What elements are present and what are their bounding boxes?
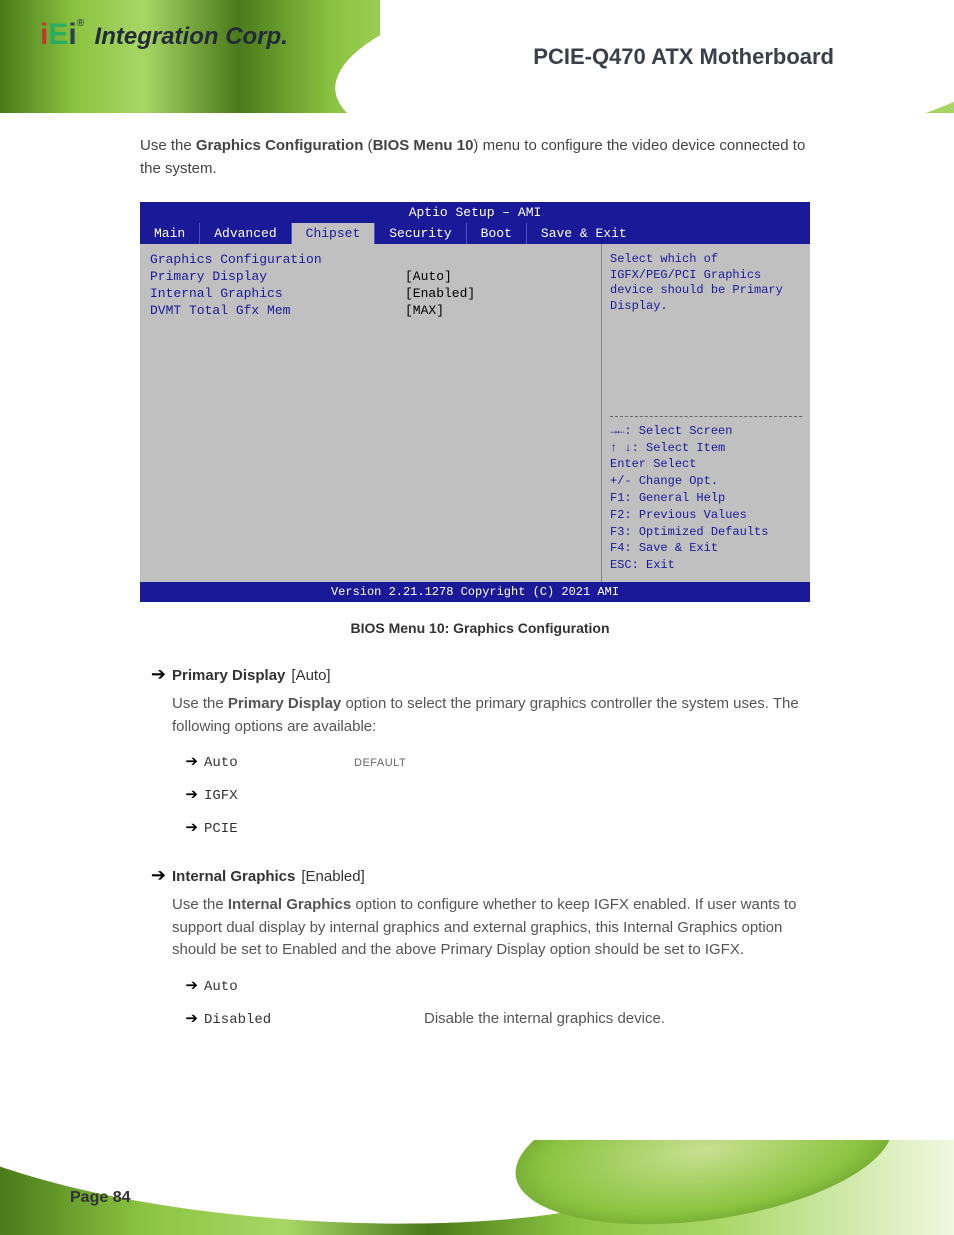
arrow-right-icon: ➔: [140, 664, 166, 685]
arrow-right-icon: ➔: [172, 976, 198, 994]
bios-tab-save-exit: Save & Exit: [527, 223, 641, 244]
bios-tab-advanced: Advanced: [200, 223, 291, 244]
option-value-list: ➔ Auto ➔ Disabled Disable the internal g…: [172, 976, 820, 1028]
arrow-right-icon: ➔: [172, 785, 198, 803]
bios-tab-security: Security: [375, 223, 466, 244]
option-name: Primary Display: [172, 667, 285, 684]
bios-tab-main: Main: [140, 223, 200, 244]
arrow-right-icon: ➔: [172, 1009, 198, 1027]
option-item-auto: ➔ Auto: [172, 976, 820, 995]
bios-footer: Version 2.21.1278 Copyright (C) 2021 AMI: [140, 582, 810, 602]
document-title: PCIE-Q470 ATX Motherboard: [533, 44, 834, 70]
logo-integration-corp: Integration Corp.: [95, 23, 288, 50]
bios-row-internal-graphics: Internal Graphics [Enabled]: [150, 286, 591, 301]
option-internal-graphics: ➔ Internal Graphics [Enabled] Use the In…: [140, 865, 820, 1028]
bios-help-text: Select which of IGFX/PEG/PCI Graphics de…: [610, 252, 802, 314]
page-number: Page 84: [70, 1189, 130, 1207]
option-desc: Use the Internal Graphics option to conf…: [172, 894, 820, 962]
arrow-right-icon: ➔: [140, 865, 166, 886]
bios-right-pane: Select which of IGFX/PEG/PCI Graphics de…: [602, 244, 810, 582]
bios-nav-help: →←: Select Screen ↑ ↓: Select Item Enter…: [610, 410, 802, 574]
bios-left-pane: Graphics Configuration Primary Display […: [140, 244, 602, 582]
bios-tab-chipset: Chipset: [292, 223, 376, 244]
brand-logo: iEi ® Integration Corp.: [40, 18, 288, 52]
page-content: Use the Graphics Configuration (BIOS Men…: [140, 135, 820, 1056]
bios-row-heading: Graphics Configuration: [150, 252, 591, 267]
option-item-igfx: ➔ IGFX: [172, 785, 820, 804]
bottom-banner: [0, 1140, 954, 1235]
arrow-right-icon: ➔: [172, 752, 198, 770]
option-primary-display: ➔ Primary Display [Auto] Use the Primary…: [140, 664, 820, 837]
option-item-disabled: ➔ Disabled Disable the internal graphics…: [172, 1009, 820, 1028]
bios-row-dvmt: DVMT Total Gfx Mem [MAX]: [150, 303, 591, 318]
logo-iei-mark: iEi: [40, 18, 77, 52]
arrow-right-icon: ➔: [172, 818, 198, 836]
bios-screenshot: Aptio Setup – AMI Main Advanced Chipset …: [140, 202, 810, 602]
figure-caption: BIOS Menu 10: Graphics Configuration: [140, 620, 820, 636]
option-value-list: ➔ Auto DEFAULT ➔ IGFX ➔ PCIE: [172, 752, 820, 837]
lead-paragraph: Use the Graphics Configuration (BIOS Men…: [140, 135, 820, 180]
bios-tab-boot: Boot: [467, 223, 527, 244]
bios-row-primary-display: Primary Display [Auto]: [150, 269, 591, 284]
option-item-auto: ➔ Auto DEFAULT: [172, 752, 820, 771]
bios-body: Graphics Configuration Primary Display […: [140, 244, 810, 582]
option-range: [Auto]: [291, 667, 330, 684]
option-name: Internal Graphics: [172, 868, 295, 885]
option-range: [Enabled]: [301, 868, 364, 885]
bios-header: Aptio Setup – AMI: [140, 202, 810, 223]
option-item-pcie: ➔ PCIE: [172, 818, 820, 837]
option-desc: Use the Primary Display option to select…: [172, 693, 820, 738]
bios-tab-bar: Main Advanced Chipset Security Boot Save…: [140, 223, 810, 244]
